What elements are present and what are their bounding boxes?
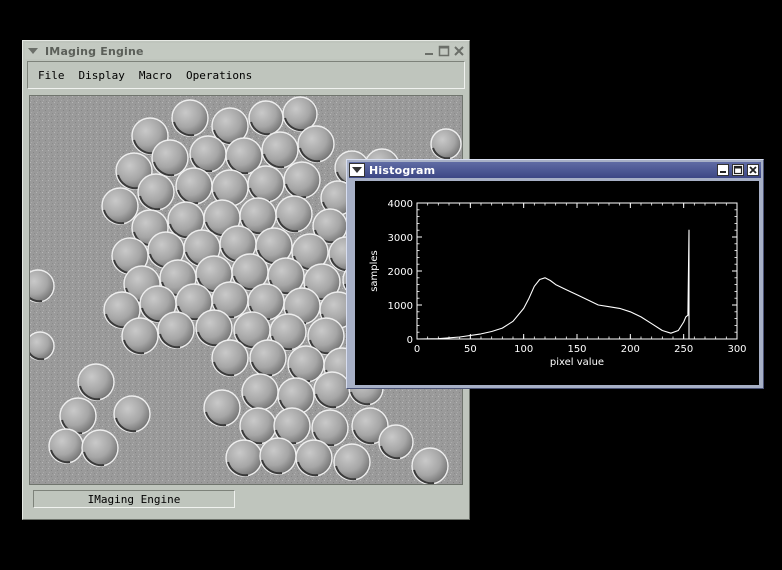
y-axis-label: samples: [369, 250, 380, 292]
cell-shape: [225, 439, 263, 477]
window-menu-icon[interactable]: [349, 163, 365, 177]
cell-shape: [48, 428, 84, 464]
y-tick-label: 3000: [388, 233, 413, 244]
main-titlebar[interactable]: IMaging Engine: [25, 43, 467, 59]
cell-shape: [333, 443, 371, 481]
cell-shape: [283, 161, 321, 199]
cell-shape: [189, 135, 227, 173]
x-tick-label: 200: [621, 344, 640, 355]
menu-display[interactable]: Display: [79, 69, 125, 82]
x-tick-label: 50: [464, 344, 477, 355]
menu-operations[interactable]: Operations: [186, 69, 252, 82]
window-menu-icon[interactable]: [25, 44, 41, 58]
close-icon[interactable]: [453, 45, 465, 57]
minimize-icon[interactable]: [717, 164, 729, 176]
cell-shape: [175, 167, 213, 205]
cell-shape: [411, 447, 449, 484]
cell-shape: [259, 437, 297, 475]
main-window-title: IMaging Engine: [45, 44, 144, 58]
histogram-plot-area: 0 50 100 150 200 250 300 0 1000 2000 3000 4000 pixel…: [355, 181, 759, 385]
cell-shape: [247, 165, 285, 203]
x-tick-label: 300: [727, 344, 746, 355]
y-tick-label: 1000: [388, 301, 413, 312]
cell-shape: [101, 187, 139, 225]
x-tick-label: 0: [414, 344, 420, 355]
cell-shape: [287, 345, 325, 383]
cell-shape: [430, 128, 462, 160]
cell-shape: [157, 311, 195, 349]
cell-shape: [297, 125, 335, 163]
status-bar: IMaging Engine: [33, 490, 235, 508]
histogram-chart: 0 50 100 150 200 250 30001000200030004000pixel…: [369, 199, 747, 368]
cell-shape: [113, 395, 151, 433]
menu-macro[interactable]: Macro: [139, 69, 172, 82]
x-tick-label: 250: [674, 344, 693, 355]
y-tick-label: 2000: [388, 267, 413, 278]
cell-shape: [261, 131, 299, 169]
histogram-titlebar[interactable]: Histogram: [349, 162, 761, 178]
cell-shape: [239, 407, 277, 445]
close-icon[interactable]: [747, 164, 759, 176]
x-tick-label: 100: [514, 344, 533, 355]
cell-shape: [211, 339, 249, 377]
cell-shape: [30, 331, 55, 361]
cell-shape: [81, 429, 119, 467]
y-tick-label: 4000: [388, 199, 413, 210]
maximize-icon[interactable]: [438, 45, 450, 57]
cell-shape: [313, 371, 351, 409]
cell-shape: [249, 339, 287, 377]
histogram-window-title: Histogram: [369, 163, 436, 177]
menu-bar: File Display Macro Operations: [27, 61, 465, 89]
minimize-icon[interactable]: [423, 45, 435, 57]
cell-shape: [378, 424, 414, 460]
y-tick-label: 0: [407, 335, 413, 346]
cell-shape: [295, 439, 333, 477]
cell-shape: [137, 173, 175, 211]
histogram-window: Histogram 0 50 100 150 200 250 300 0 1000 2000 300…: [346, 159, 764, 389]
x-axis-label: pixel value: [550, 357, 604, 368]
cell-shape: [248, 100, 284, 136]
menu-file[interactable]: File: [38, 69, 65, 82]
x-tick-label: 150: [567, 344, 586, 355]
cell-shape: [275, 195, 313, 233]
cell-shape: [203, 389, 241, 427]
cell-shape: [77, 363, 115, 401]
cell-shape: [171, 99, 209, 137]
histogram-series-line: [416, 229, 690, 340]
maximize-icon[interactable]: [732, 164, 744, 176]
cell-shape: [121, 317, 159, 355]
cell-shape: [241, 373, 279, 411]
cell-shape: [151, 139, 189, 177]
